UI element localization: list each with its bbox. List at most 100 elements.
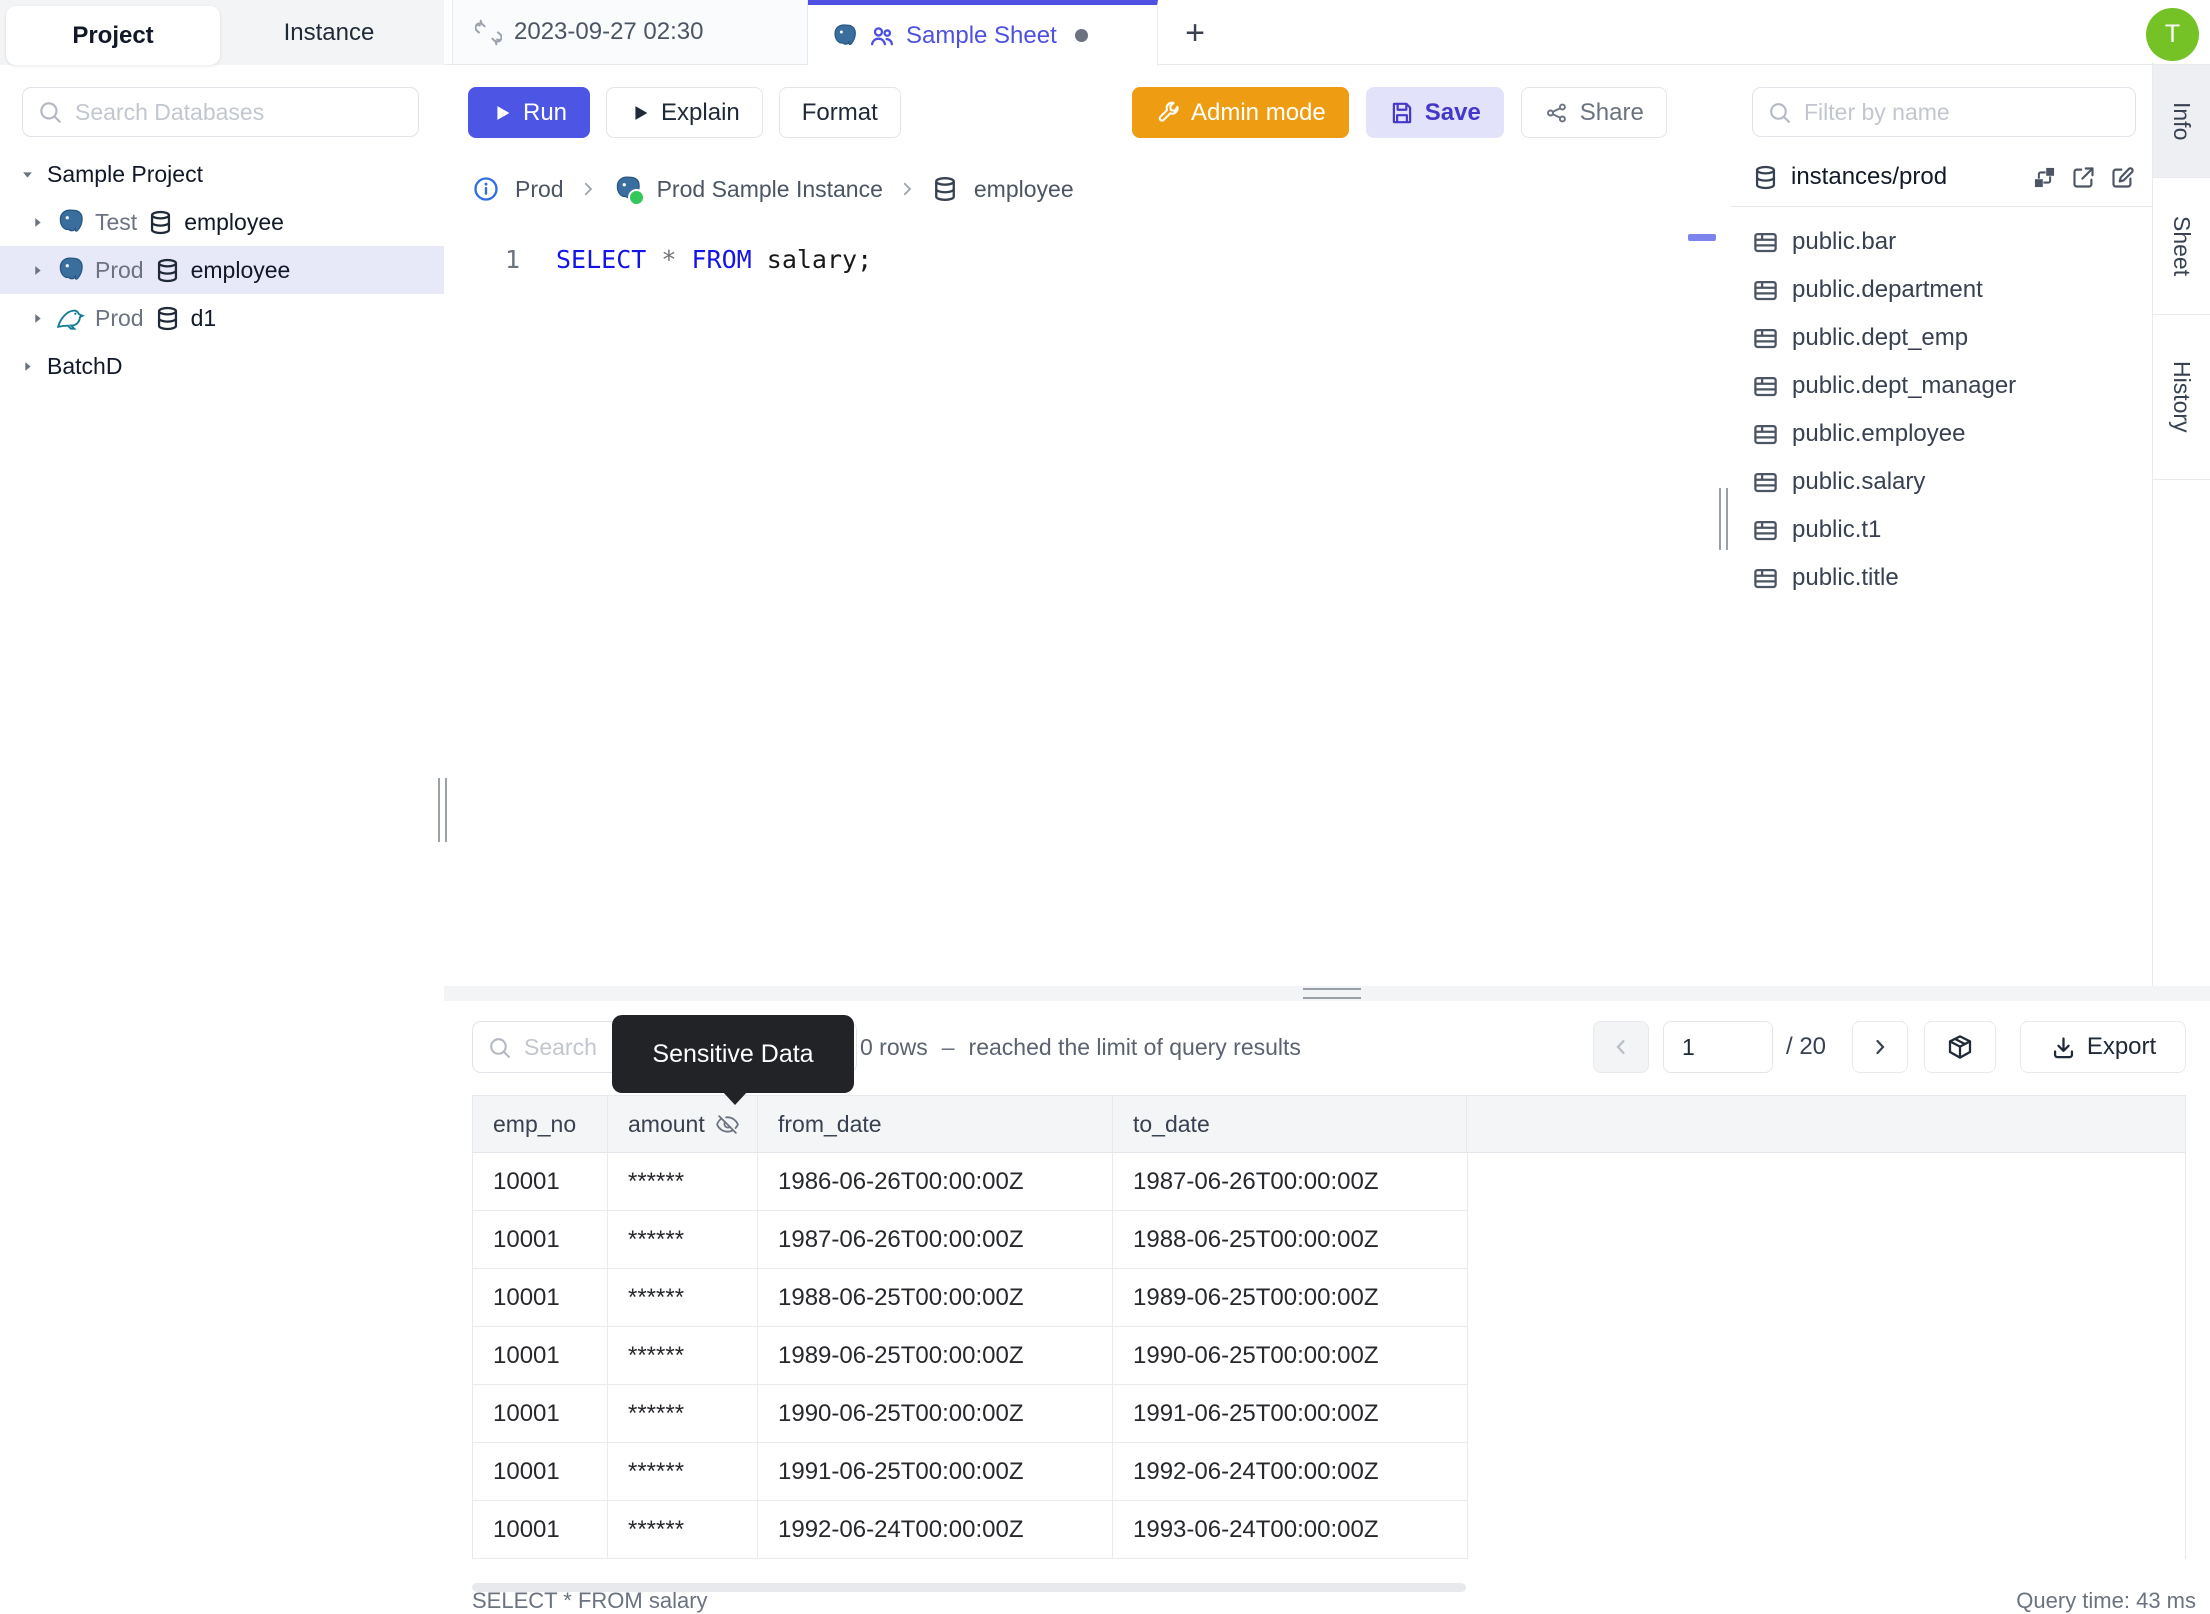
db-icon [147, 209, 174, 236]
side-tab-sheet[interactable]: Sheet [2153, 178, 2210, 315]
table-row[interactable]: 10001 ****** 1989-06-25T00:00:00Z 1990-06-2… [473, 1327, 1468, 1385]
next-page-button[interactable] [1852, 1021, 1908, 1073]
table-row[interactable]: 10001 ****** 1990-06-25T00:00:00Z 1991-06-2… [473, 1385, 1468, 1443]
table-item-public-department[interactable]: public.department [1736, 266, 2152, 314]
results-resize-handle[interactable] [1303, 988, 1361, 999]
table-row[interactable]: 10001 ****** 1988-06-25T00:00:00Z 1989-06-2… [473, 1269, 1468, 1327]
search-databases-input[interactable]: Search Databases [22, 87, 419, 137]
export-button[interactable]: Export [2020, 1021, 2186, 1073]
table-item-public-bar[interactable]: public.bar [1736, 218, 2152, 266]
search-icon [487, 1035, 512, 1060]
schema-diagram-icon[interactable] [2031, 164, 2058, 191]
sql-editor-line[interactable]: 1 SELECT * FROM salary; [472, 245, 872, 274]
table-name: public.dept_manager [1792, 372, 2017, 399]
chevron-right-icon [579, 180, 597, 198]
cell: ****** [608, 1269, 758, 1326]
cell: 1987-06-26T00:00:00Z [758, 1211, 1113, 1268]
cell: 10001 [473, 1269, 608, 1326]
info-circle-icon[interactable] [472, 175, 500, 203]
database-icon [931, 175, 959, 203]
tree-item-sample-project[interactable]: Sample Project [0, 150, 444, 198]
database-name: employee [190, 256, 291, 283]
sidebar-resize-handle[interactable] [438, 778, 447, 842]
table-item-public-title[interactable]: public.title [1736, 554, 2152, 602]
pg-icon [55, 207, 85, 237]
breadcrumb-database[interactable]: employee [974, 176, 1074, 203]
editor-tab-unsaved[interactable]: 2023-09-27 02:30 [452, 0, 808, 64]
tree-item-prod-employee[interactable]: Prod employee [0, 246, 444, 294]
table-item-public-salary[interactable]: public.salary [1736, 458, 2152, 506]
save-button[interactable]: Save [1365, 87, 1504, 138]
admin-mode-button[interactable]: Admin mode [1132, 87, 1349, 138]
column-header-from_date[interactable]: from_date [758, 1096, 1113, 1152]
column-header-emp_no[interactable]: emp_no [473, 1096, 608, 1152]
right-panel-resize-handle[interactable] [1719, 488, 1728, 550]
cell: 1988-06-25T00:00:00Z [1133, 1225, 1379, 1253]
cell: ****** [608, 1385, 758, 1442]
prev-page-button[interactable] [1593, 1021, 1649, 1073]
chevron-right-icon [898, 180, 916, 198]
editor-tab-label: Sample Sheet [906, 21, 1057, 49]
tab-project[interactable]: Project [6, 6, 220, 65]
tab-instance[interactable]: Instance [222, 0, 436, 65]
database-name: d1 [190, 304, 217, 331]
pg-icon [55, 255, 85, 285]
table-row[interactable]: 10001 ****** 1991-06-25T00:00:00Z 1992-06-2… [473, 1443, 1468, 1501]
external-link-icon[interactable] [2070, 164, 2097, 191]
postgres-icon [830, 22, 858, 50]
side-tab-history[interactable]: History [2153, 315, 2210, 480]
tree-item-prod-d1[interactable]: Prod d1 [0, 294, 444, 342]
cell: ****** [608, 1443, 758, 1500]
search-icon [1767, 100, 1792, 125]
caret-right-icon [30, 311, 45, 326]
table-icon [1752, 373, 1779, 400]
share-button[interactable]: Share [1520, 87, 1667, 138]
table-row[interactable]: 10001 ****** 1987-06-26T00:00:00Z 1988-06-2… [473, 1211, 1468, 1269]
run-button[interactable]: Run [468, 87, 591, 138]
visualize-button[interactable] [1924, 1021, 1996, 1073]
table-icon [1752, 325, 1779, 352]
table-row[interactable]: 10001 ****** 1992-06-24T00:00:00Z 1993-06-2… [473, 1501, 1468, 1559]
side-tab-info[interactable]: Info [2153, 64, 2210, 178]
breadcrumb-environment[interactable]: Prod [515, 176, 564, 203]
table-icon [1752, 229, 1779, 256]
tree-item-batchd[interactable]: BatchD [0, 342, 444, 390]
table-item-public-dept-emp[interactable]: public.dept_emp [1736, 314, 2152, 362]
column-header-empty[interactable] [1467, 1096, 2185, 1152]
table-row[interactable]: 10001 ****** 1986-06-26T00:00:00Z 1987-06-2… [473, 1153, 1468, 1211]
edit-icon[interactable] [2109, 164, 2136, 191]
table-list: public.bar public.department public.dept_e… [1736, 218, 2152, 602]
toolbar-left: Run Explain Format [468, 87, 901, 138]
breadcrumb-instance[interactable]: Prod Sample Instance [657, 176, 883, 203]
editor-tab-sample-sheet[interactable]: Sample Sheet [808, 0, 1158, 66]
page-number-input[interactable]: 1 [1663, 1021, 1773, 1073]
eye-off-icon [715, 1112, 740, 1137]
tree-item-test-employee[interactable]: Test employee [0, 198, 444, 246]
sql-code: SELECT * FROM salary; [556, 245, 873, 274]
table-name: public.salary [1792, 468, 1926, 495]
column-header-to_date[interactable]: to_date [1113, 1096, 1467, 1152]
filter-by-name-input[interactable]: Filter by name [1752, 87, 2136, 137]
search-icon [37, 99, 63, 125]
format-button[interactable]: Format [778, 87, 901, 138]
wrench-icon [1155, 100, 1181, 126]
environment-label: Prod [95, 256, 144, 283]
table-item-public-t1[interactable]: public.t1 [1736, 506, 2152, 554]
caret-right-icon [20, 359, 35, 374]
cell: 1986-06-26T00:00:00Z [758, 1153, 1113, 1210]
postgres-instance-icon [612, 174, 645, 206]
database-name: employee [184, 208, 284, 235]
result-summary: 0 rows – reached the limit of query resu… [860, 1021, 1301, 1073]
table-name: public.dept_emp [1792, 324, 1969, 351]
user-avatar[interactable]: T [2146, 8, 2199, 61]
sql-editor-app: Project Instance Search Databases Sample… [0, 0, 2210, 1614]
table-item-public-employee[interactable]: public.employee [1736, 410, 2152, 458]
cell: 10001 [473, 1501, 608, 1558]
limit-note: reached the limit of query results [968, 1033, 1301, 1060]
cell: 1989-06-25T00:00:00Z [758, 1327, 1113, 1384]
table-item-public-dept-manager[interactable]: public.dept_manager [1736, 362, 2152, 410]
add-tab-button[interactable]: + [1175, 13, 1215, 53]
cell: ****** [608, 1327, 758, 1384]
explain-button[interactable]: Explain [606, 87, 763, 138]
database-tree: Sample Project Test employee Prod employee Pr… [0, 150, 444, 390]
